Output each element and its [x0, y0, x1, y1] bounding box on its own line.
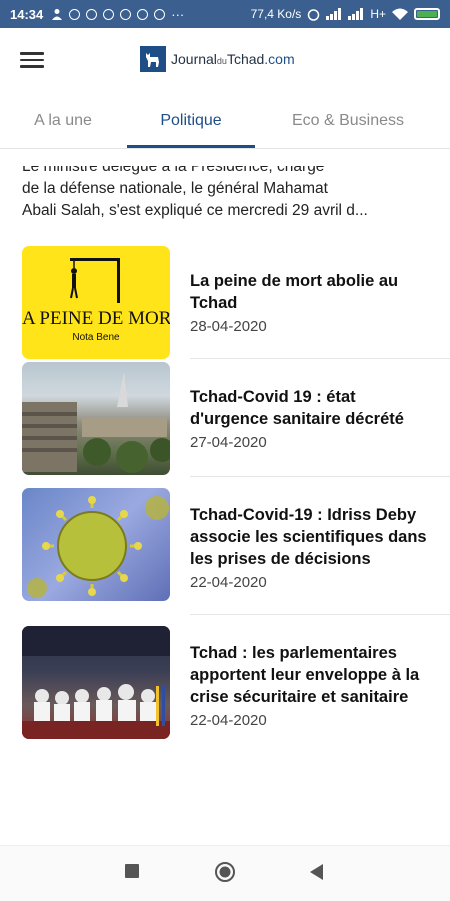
recent-apps-icon[interactable] — [125, 864, 139, 878]
app-logo: JournalduTchad.com — [140, 46, 295, 72]
system-nav-bar — [0, 845, 450, 901]
article-date: 22-04-2020 — [190, 574, 267, 591]
home-icon[interactable] — [215, 862, 235, 882]
hamburger-icon — [20, 52, 44, 55]
facebook-icon — [137, 8, 149, 20]
hamburger-icon-line — [20, 65, 44, 68]
list-divider — [190, 614, 450, 615]
article-thumbnail — [22, 626, 170, 739]
article-item[interactable]: Tchad-Covid 19 : état d'urgence sanitair… — [22, 362, 432, 478]
article-title-wrap: Tchad : les parlementaires apportent leu… — [190, 642, 435, 732]
battery-icon — [414, 8, 440, 20]
network-type: H+ — [370, 7, 386, 21]
logo-icon — [140, 46, 166, 72]
article-thumbnail — [22, 488, 170, 601]
article-title: Tchad-Covid-19 : Idriss Deby associe les… — [190, 506, 427, 568]
article-date: 27-04-2020 — [190, 434, 267, 451]
logo-tchad: Tchad — [226, 51, 265, 67]
article-item[interactable]: Tchad : les parlementaires apportent leu… — [22, 626, 432, 742]
category-tabs: A la une Politique Eco & Business — [0, 90, 450, 149]
article-thumbnail — [22, 362, 170, 475]
more-notifications-icon: ··· — [171, 6, 185, 22]
article-title-wrap: Tchad-Covid 19 : état d'urgence sanitair… — [190, 386, 435, 454]
excerpt-line-2: de la défense nationale, le général Maha… — [22, 180, 328, 197]
alarm-icon — [308, 8, 320, 21]
article-thumbnail: A PEINE DE MORT Nota Bene — [22, 246, 170, 359]
article-excerpt[interactable]: Le ministre délégué à la Présidence, cha… — [22, 166, 432, 222]
app-bar: JournalduTchad.com — [0, 28, 450, 90]
wifi-icon — [392, 8, 408, 20]
article-item[interactable]: A PEINE DE MORT Nota Bene La peine de mo… — [22, 246, 432, 362]
network-speed: 77,4 Ko/s — [250, 7, 302, 21]
excerpt-line-3: Abali Salah, s'est expliqué ce mercredi … — [22, 202, 368, 219]
list-divider — [190, 476, 450, 477]
article-date: 28-04-2020 — [190, 318, 267, 335]
thumbnail-subcaption: Nota Bene — [72, 332, 120, 343]
facebook-icon — [154, 8, 166, 20]
back-icon[interactable] — [310, 864, 324, 880]
virus-image — [27, 496, 169, 598]
tab-politique[interactable]: Politique — [127, 90, 255, 148]
logo-domain: .com — [264, 51, 295, 67]
thumbnail-caption: A PEINE DE MORT — [22, 308, 170, 329]
article-title-wrap: La peine de mort abolie au Tchad 28-04-2… — [190, 270, 435, 338]
article-title: Tchad : les parlementaires apportent leu… — [190, 644, 420, 706]
facebook-icon — [69, 8, 81, 20]
article-date: 22-04-2020 — [190, 712, 267, 729]
facebook-icon — [120, 8, 132, 20]
excerpt-clip: Le ministre délégué à la Présidence, cha… — [22, 166, 432, 178]
tab-eco-business[interactable]: Eco & Business — [278, 90, 418, 148]
excerpt-line-1: Le ministre délégué à la Présidence, cha… — [22, 166, 325, 175]
tab-a-la-une[interactable]: A la une — [18, 90, 108, 148]
list-divider — [190, 358, 450, 359]
article-item[interactable]: Tchad-Covid-19 : Idriss Deby associe les… — [22, 488, 432, 604]
status-bar: 14:34 ··· 77,4 Ko/s H+ — [0, 0, 450, 28]
logo-journal: Journal — [171, 51, 217, 67]
logo-text: JournalduTchad.com — [171, 51, 295, 67]
facebook-icon — [86, 8, 98, 20]
hamburger-icon-line — [20, 58, 44, 61]
facebook-icon — [103, 8, 115, 20]
parliament-image — [22, 626, 170, 739]
signal-icon — [348, 8, 364, 20]
city-image — [22, 372, 170, 473]
person-icon — [52, 9, 63, 20]
article-title: Tchad-Covid 19 : état d'urgence sanitair… — [190, 388, 404, 428]
menu-button[interactable] — [18, 48, 46, 70]
notification-icons: ··· — [51, 7, 184, 22]
logo-du: du — [216, 56, 227, 66]
status-time: 14:34 — [10, 6, 44, 22]
article-title: La peine de mort abolie au Tchad — [190, 272, 399, 312]
signal-icon — [326, 8, 342, 20]
article-title-wrap: Tchad-Covid-19 : Idriss Deby associe les… — [190, 504, 435, 594]
